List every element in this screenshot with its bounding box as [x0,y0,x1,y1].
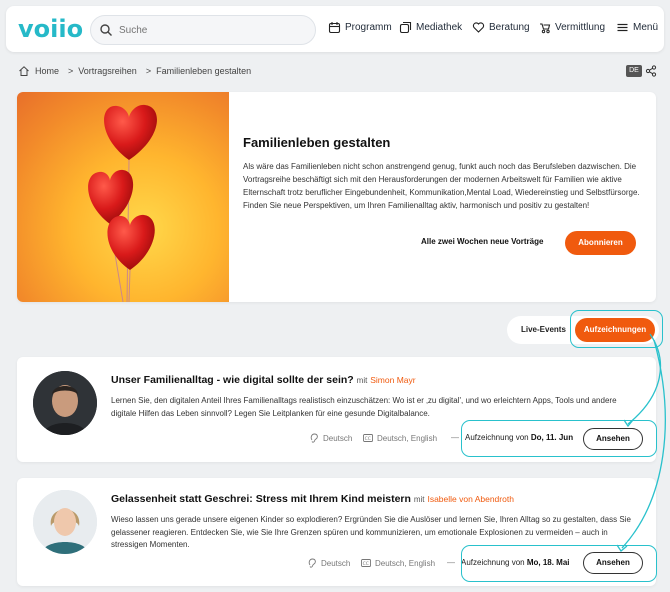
annotation-arrows [616,333,666,552]
